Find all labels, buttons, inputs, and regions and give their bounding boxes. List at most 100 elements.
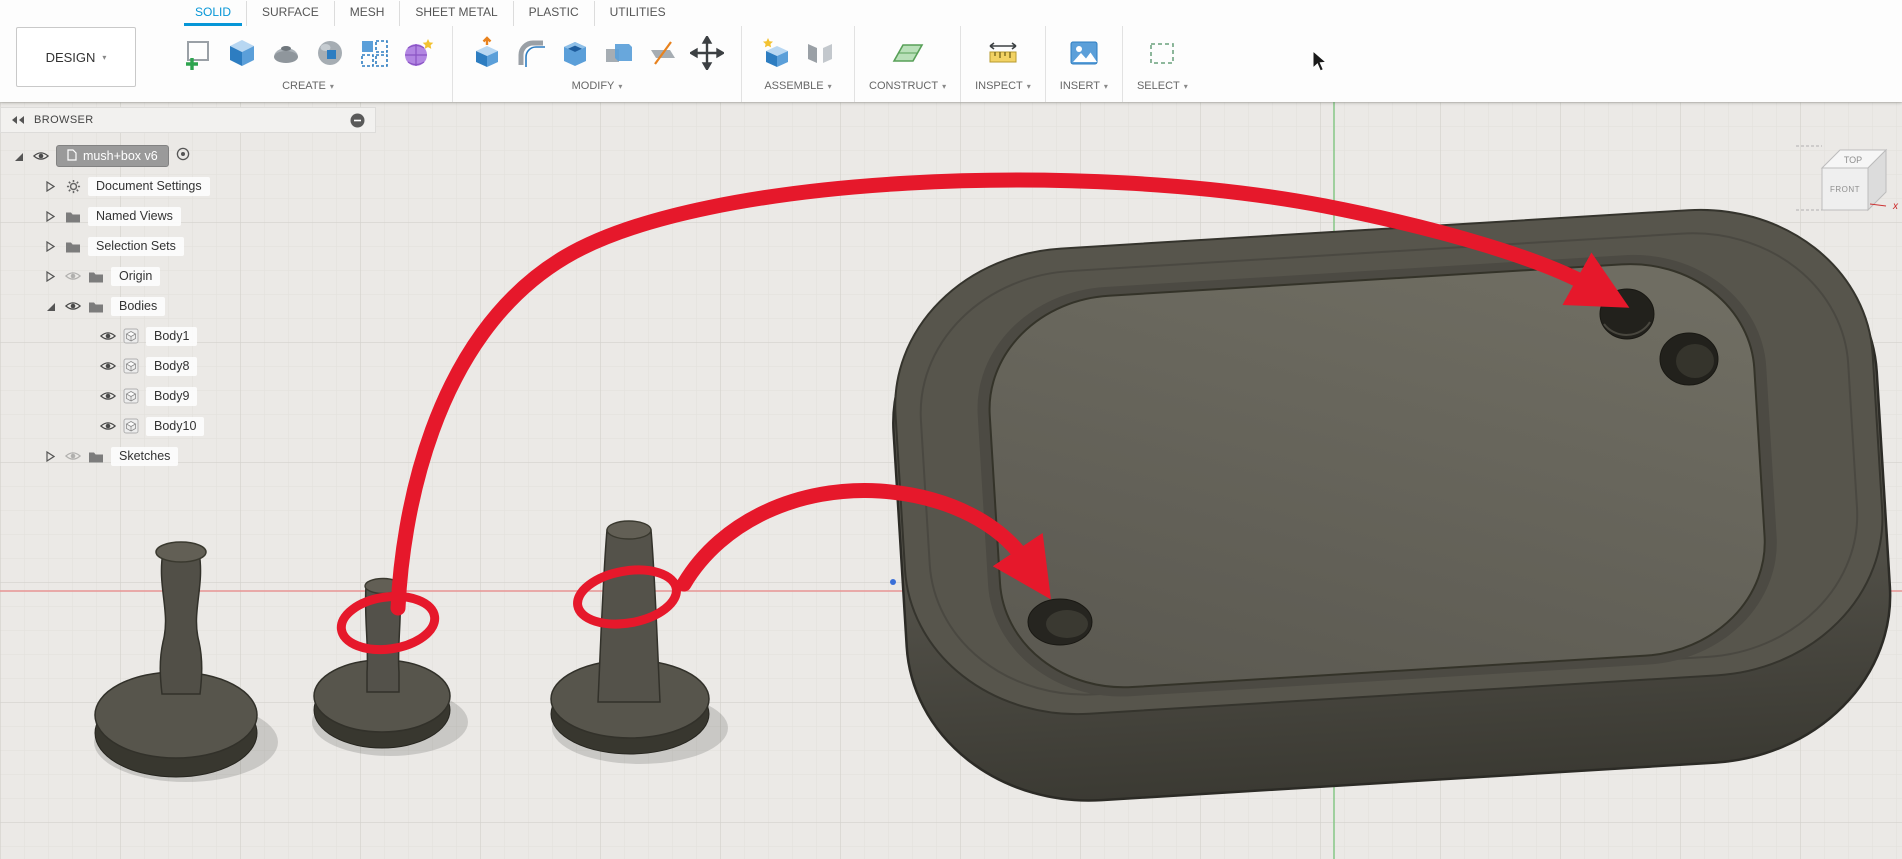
tab-sheet-metal[interactable]: SHEET METAL — [399, 1, 512, 26]
insert-menu[interactable]: INSERT ▾ — [1060, 80, 1108, 92]
press-pull-icon[interactable] — [467, 33, 507, 73]
browser-item-named-views[interactable]: Named Views — [0, 201, 376, 231]
joint-icon[interactable] — [800, 33, 840, 73]
insert-image-icon[interactable] — [1064, 33, 1104, 73]
inspect-menu[interactable]: INSPECT ▾ — [975, 80, 1031, 92]
visibility-eye-off-icon[interactable] — [65, 270, 81, 282]
folder-icon — [65, 210, 81, 223]
caret-down-icon: ▾ — [618, 81, 623, 91]
expanded-triangle-icon[interactable] — [42, 301, 58, 312]
origin-point — [890, 579, 896, 585]
visibility-eye-icon[interactable] — [100, 390, 116, 402]
body-cube-icon — [123, 418, 139, 434]
browser-item-origin[interactable]: Origin — [0, 261, 376, 291]
collapsed-triangle-icon[interactable] — [42, 210, 58, 222]
body-cube-icon — [123, 388, 139, 404]
assemble-menu[interactable]: ASSEMBLE ▾ — [764, 80, 831, 92]
caret-down-icon: ▾ — [942, 81, 947, 91]
measure-icon[interactable] — [983, 33, 1023, 73]
tab-plastic[interactable]: PLASTIC — [512, 1, 594, 26]
tray-body[interactable] — [883, 199, 1900, 811]
browser-item-label: Body8 — [146, 356, 198, 376]
create-form-icon[interactable] — [398, 33, 438, 73]
browser-panel: BROWSER mush+box v6 Document Settings Na… — [0, 107, 376, 471]
caret-down-icon: ▾ — [329, 81, 334, 91]
root-document-label: mush+box v6 — [83, 149, 158, 163]
caret-down-icon: ▾ — [1183, 81, 1188, 91]
browser-item-body1[interactable]: Body1 — [0, 321, 376, 351]
browser-item-body10[interactable]: Body10 — [0, 411, 376, 441]
viewcube-top-label: TOP — [1844, 155, 1862, 165]
insert-menu-label: INSERT — [1059, 80, 1100, 92]
collapsed-triangle-icon[interactable] — [42, 240, 58, 252]
hide-all-icon[interactable] — [350, 113, 365, 128]
toolbar-group-create: CREATE ▾ — [164, 26, 452, 102]
toolbar-group-assemble: ASSEMBLE ▾ — [741, 26, 854, 102]
construct-plane-icon[interactable] — [888, 33, 928, 73]
visibility-eye-icon[interactable] — [65, 300, 81, 312]
browser-item-body8[interactable]: Body8 — [0, 351, 376, 381]
rectangular-pattern-icon[interactable] — [354, 33, 394, 73]
select-marquee-icon[interactable] — [1142, 33, 1182, 73]
move-icon[interactable] — [687, 33, 727, 73]
folder-icon — [65, 240, 81, 253]
browser-item-label: Bodies — [111, 296, 166, 316]
revolve-icon[interactable] — [266, 33, 306, 73]
visibility-eye-off-icon[interactable] — [65, 450, 81, 462]
hole-top-right-1[interactable] — [1599, 288, 1655, 340]
select-menu[interactable]: SELECT ▾ — [1137, 80, 1188, 92]
design-menu-label: DESIGN — [45, 49, 96, 65]
expanded-triangle-icon[interactable] — [10, 151, 26, 162]
shell-icon[interactable] — [555, 33, 595, 73]
hole-inner-wall — [1676, 344, 1714, 378]
body-cube-icon — [123, 328, 139, 344]
tab-utilities[interactable]: UTILITIES — [593, 1, 681, 26]
folder-icon — [88, 270, 104, 283]
visibility-eye-icon[interactable] — [100, 360, 116, 372]
browser-header: BROWSER — [0, 107, 376, 133]
root-document-pill[interactable]: mush+box v6 — [56, 145, 169, 167]
create-sketch-icon[interactable] — [178, 33, 218, 73]
collapse-panel-icon[interactable] — [11, 115, 25, 125]
browser-item-label: Body10 — [146, 416, 205, 436]
visibility-eye-icon[interactable] — [100, 420, 116, 432]
tab-solid[interactable]: SOLID — [180, 1, 246, 26]
browser-item-label: Selection Sets — [88, 236, 184, 256]
browser-item-selection-sets[interactable]: Selection Sets — [0, 231, 376, 261]
toolbar-group-insert: INSERT ▾ — [1044, 26, 1122, 102]
browser-root-item[interactable]: mush+box v6 — [0, 141, 376, 171]
primitive-sphere-icon[interactable] — [310, 33, 350, 73]
visibility-eye-icon[interactable] — [33, 150, 49, 162]
folder-icon — [88, 300, 104, 313]
collapsed-triangle-icon[interactable] — [42, 180, 58, 192]
collapsed-triangle-icon[interactable] — [42, 450, 58, 462]
split-body-icon[interactable] — [643, 33, 683, 73]
modify-menu[interactable]: MODIFY ▾ — [572, 80, 623, 92]
construct-menu[interactable]: CONSTRUCT ▾ — [869, 80, 946, 92]
browser-item-label: Named Views — [88, 206, 181, 226]
workspace-tabs: SOLID SURFACE MESH SHEET METAL PLASTIC U… — [150, 0, 1902, 26]
collapsed-triangle-icon[interactable] — [42, 270, 58, 282]
inspect-menu-label: INSPECT — [975, 80, 1023, 92]
browser-item-bodies[interactable]: Bodies — [0, 291, 376, 321]
create-menu-label: CREATE — [282, 80, 326, 92]
x-axis-label: x — [1892, 201, 1899, 212]
caret-down-icon: ▾ — [1103, 81, 1108, 91]
browser-item-document-settings[interactable]: Document Settings — [0, 171, 376, 201]
browser-item-label: Body1 — [146, 326, 198, 346]
create-menu[interactable]: CREATE ▾ — [282, 80, 334, 92]
activate-radio-icon[interactable] — [176, 147, 190, 166]
fillet-icon[interactable] — [511, 33, 551, 73]
browser-item-label: Body9 — [146, 386, 198, 406]
visibility-eye-icon[interactable] — [100, 330, 116, 342]
new-component-icon[interactable] — [756, 33, 796, 73]
extrude-icon[interactable] — [222, 33, 262, 73]
combine-icon[interactable] — [599, 33, 639, 73]
tab-surface[interactable]: SURFACE — [246, 1, 334, 26]
construct-menu-label: CONSTRUCT — [869, 80, 939, 92]
browser-item-sketches[interactable]: Sketches — [0, 441, 376, 471]
tab-mesh[interactable]: MESH — [333, 1, 400, 26]
browser-item-body9[interactable]: Body9 — [0, 381, 376, 411]
design-menu-button[interactable]: DESIGN ▾ — [16, 27, 136, 87]
folder-icon — [88, 450, 104, 463]
